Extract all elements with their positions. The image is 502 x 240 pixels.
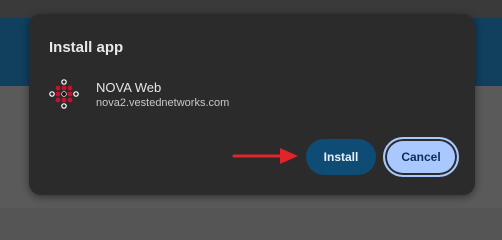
app-url: nova2.vestednetworks.com [96, 97, 230, 109]
dialog-title: Install app [49, 39, 124, 56]
nova-logo-icon [49, 79, 79, 109]
app-name: NOVA Web [96, 80, 162, 95]
install-button[interactable]: Install [306, 139, 376, 175]
red-arrow-icon [232, 144, 302, 168]
cancel-button[interactable]: Cancel [383, 137, 459, 177]
install-app-dialog: Install app NOVA Web nova2.vestednetwork… [29, 14, 475, 195]
